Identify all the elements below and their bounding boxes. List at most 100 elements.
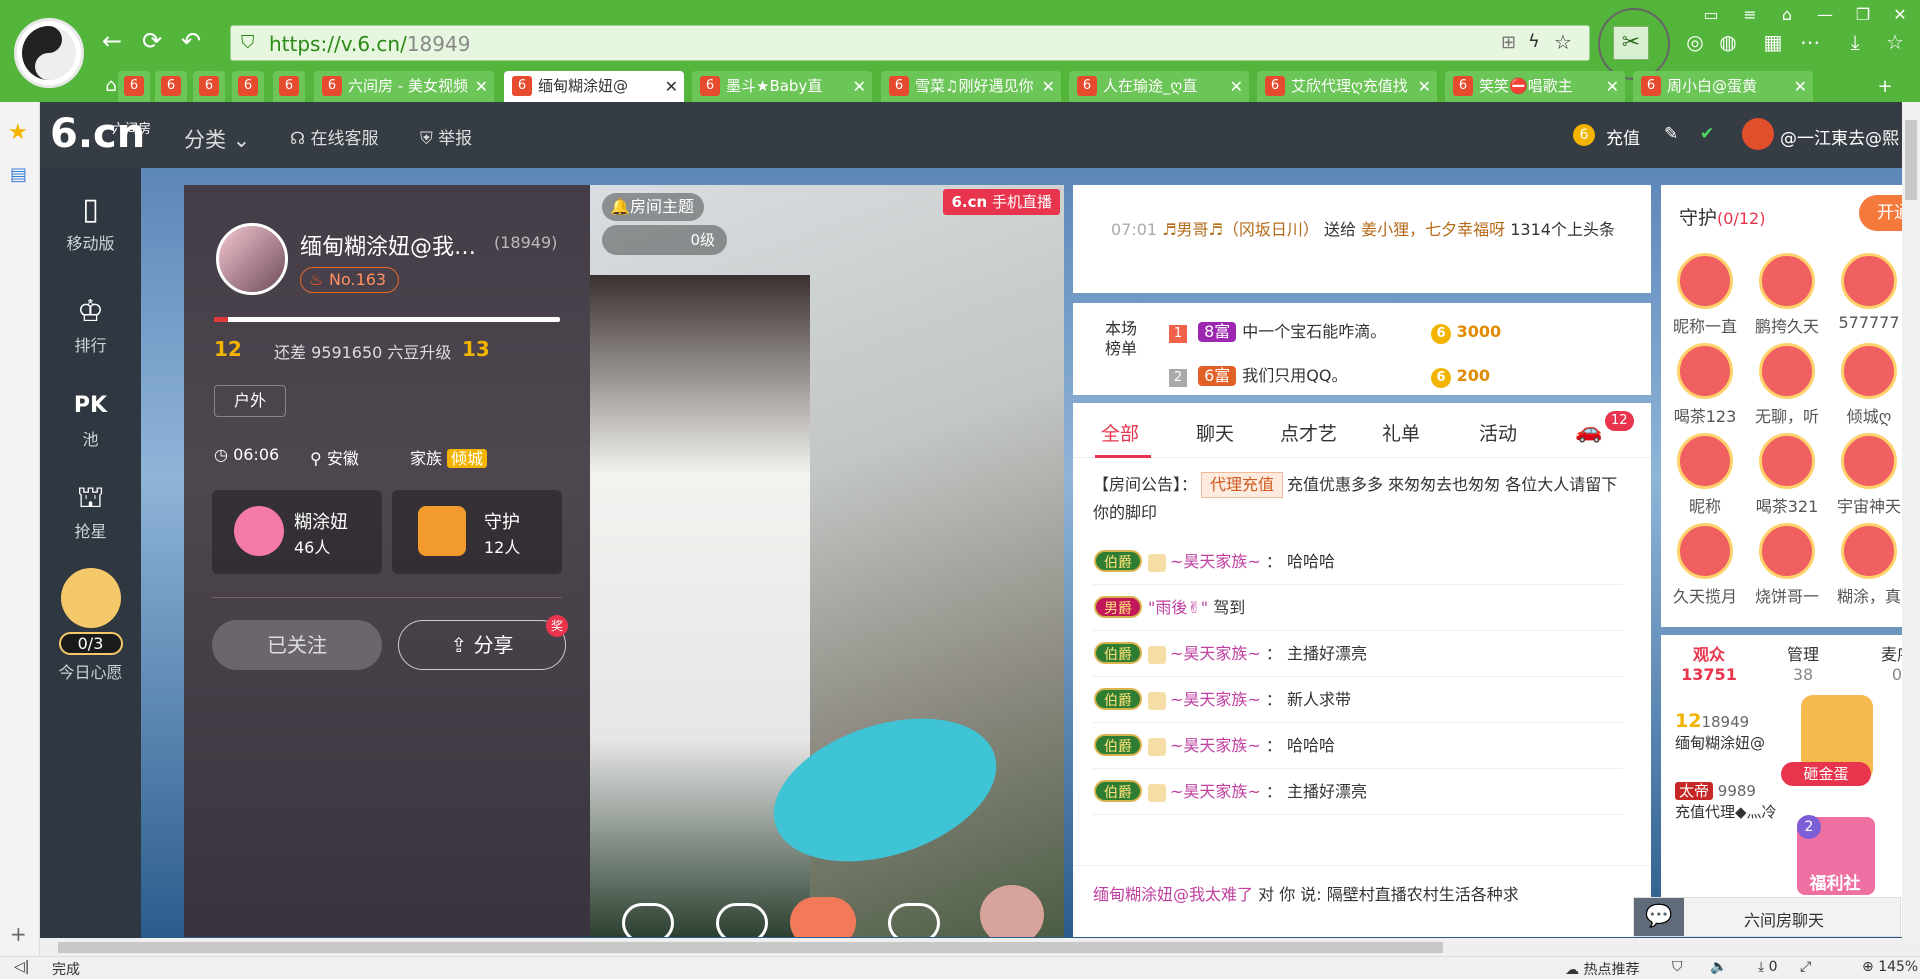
browser-tab[interactable]: 6 雪菜♫刚好遇见你 ✕: [881, 71, 1061, 102]
browser-tab[interactable]: 6 墨斗★Baby直 ✕: [692, 71, 872, 102]
qr-icon[interactable]: ⊞: [1501, 32, 1516, 53]
guard-card[interactable]: 守护 12人: [392, 490, 562, 574]
scissors-icon[interactable]: ✂: [1613, 26, 1649, 60]
guard-member[interactable]: 577777: [1829, 253, 1909, 332]
crowned-user-avatar[interactable]: [980, 885, 1044, 937]
chat-message[interactable]: 伯爵 ~昊天家族~ ： 哈哈哈: [1094, 732, 1335, 756]
browser-tab[interactable]: 6: [232, 71, 264, 102]
skin-icon[interactable]: ⌂: [1772, 0, 1802, 30]
tab-giftlist[interactable]: 礼单: [1382, 419, 1420, 446]
tab-close-icon[interactable]: ✕: [665, 71, 678, 102]
category-tag[interactable]: 户外: [214, 385, 286, 417]
close-window-icon[interactable]: ✕: [1885, 0, 1915, 30]
chat-message[interactable]: 伯爵 ~昊天家族~ ： 新人求带: [1094, 686, 1351, 710]
chat-user[interactable]: ~昊天家族~: [1170, 552, 1261, 571]
star-icon[interactable]: ☆: [1554, 30, 1572, 54]
chat-ext-icon[interactable]: ◍: [1713, 27, 1743, 57]
browser-logo[interactable]: [14, 18, 84, 88]
restore-icon[interactable]: ❐: [1848, 0, 1878, 30]
download-status[interactable]: ⤓ 0: [1758, 959, 1778, 975]
browser-tab[interactable]: 6: [155, 71, 187, 102]
rank-row[interactable]: 2 6富 我们只用QQ。 6 200: [1169, 359, 1639, 395]
hot-recommend[interactable]: ☁ 热点推荐: [1565, 959, 1639, 979]
browser-tab[interactable]: 6 周小白@蛋黄 ✕: [1633, 71, 1813, 102]
browser-tab[interactable]: 6 人在瑜途_ღ直 ✕: [1069, 71, 1249, 102]
tab-all[interactable]: 全部: [1101, 419, 1139, 446]
guard-member[interactable]: 鹏挎久天: [1747, 253, 1827, 337]
tab-talent[interactable]: 点才艺: [1280, 419, 1337, 446]
nav-report[interactable]: ⛨ 举报: [420, 124, 472, 149]
room-topic-button[interactable]: 🔔 房间主题: [602, 193, 705, 221]
menu-icon[interactable]: ≡: [1735, 0, 1765, 30]
chat-message[interactable]: 伯爵 ~昊天家族~ ： 哈哈哈: [1094, 548, 1335, 572]
nav-category[interactable]: 分类 ⌄: [184, 124, 250, 154]
seat-icon[interactable]: [622, 903, 674, 937]
chat-message[interactable]: 男爵 "雨後✌" 驾到: [1094, 594, 1245, 618]
fans-card[interactable]: 糊涂妞 46人: [212, 490, 382, 574]
sidebar-item-pk[interactable]: PK 池: [40, 386, 141, 450]
tab-close-icon[interactable]: ✕: [1606, 71, 1619, 102]
vertical-scrollbar[interactable]: [1902, 102, 1920, 938]
guard-member[interactable]: 喝茶321: [1747, 433, 1827, 517]
sidebar-item-wish[interactable]: 0/3 今日心愿: [40, 568, 141, 683]
guard-member[interactable]: 烧饼哥一: [1747, 523, 1827, 607]
live-video[interactable]: 🔔 房间主题 0级 6.cn 手机直播: [590, 185, 1064, 937]
minimize-icon[interactable]: —: [1810, 0, 1840, 30]
guard-member[interactable]: 糊涂，真: [1829, 523, 1909, 607]
guard-member[interactable]: 无聊，听: [1747, 343, 1827, 427]
tab-chat[interactable]: 聊天: [1196, 419, 1234, 446]
room-chat-bar[interactable]: 💬 六间房聊天: [1633, 897, 1901, 937]
chat-user[interactable]: ~昊天家族~: [1170, 690, 1261, 709]
tab-close-icon[interactable]: ✕: [853, 71, 866, 102]
guard-member[interactable]: 宇宙神天: [1829, 433, 1909, 517]
guard-member[interactable]: 久天揽月: [1665, 523, 1745, 607]
audience-tab[interactable]: 观众 13751: [1679, 645, 1739, 685]
chat-user[interactable]: ~昊天家族~: [1170, 736, 1261, 755]
new-tab-icon[interactable]: +: [1870, 72, 1900, 102]
vertical-scroll-thumb[interactable]: [1905, 120, 1917, 200]
favorites-star-icon[interactable]: ★: [8, 120, 28, 145]
more-icon[interactable]: ⋯: [1795, 27, 1825, 57]
guard-member[interactable]: 昵称: [1665, 433, 1745, 517]
user-name[interactable]: @一江東去@熙: [1780, 124, 1899, 149]
share-button[interactable]: ⇪ 分享: [398, 620, 566, 670]
bookmark-icon[interactable]: ☆: [1880, 27, 1910, 57]
recharge-link[interactable]: 充值: [1606, 124, 1640, 149]
refresh-icon[interactable]: ⟳: [137, 26, 167, 56]
audience-row[interactable]: 太帝 9989 充值代理◆灬冷: [1675, 780, 1777, 822]
browser-tab[interactable]: 6: [273, 71, 305, 102]
tab-close-icon[interactable]: ✕: [1418, 71, 1431, 102]
chat-user[interactable]: ~昊天家族~: [1170, 644, 1261, 663]
calculator-icon[interactable]: ▦: [1758, 27, 1788, 57]
family[interactable]: 家族 倾城: [410, 445, 488, 469]
browser-tab[interactable]: 6: [193, 71, 225, 102]
user-avatar[interactable]: [1742, 118, 1774, 150]
nav-service[interactable]: ☊ 在线客服: [290, 124, 379, 149]
status-back-icon[interactable]: ◁|: [14, 959, 29, 975]
chat-user[interactable]: ~昊天家族~: [1170, 782, 1261, 801]
undo-icon[interactable]: ↶: [176, 26, 206, 56]
tab-activity[interactable]: 活动: [1479, 419, 1517, 446]
golden-egg-label[interactable]: 砸金蛋: [1781, 762, 1871, 786]
guard-member[interactable]: 倾城ღ: [1829, 343, 1909, 427]
horizontal-scrollbar[interactable]: [40, 938, 1920, 956]
sidebar-item-star[interactable]: ⛫ 抢星: [40, 478, 141, 542]
seat-icon[interactable]: [888, 903, 940, 937]
car-icon[interactable]: 🚗: [1575, 419, 1602, 444]
sidebar-item-rank[interactable]: ♔ 排行: [40, 292, 141, 356]
followed-button[interactable]: 已关注: [212, 620, 382, 670]
edit-icon[interactable]: ✎: [1664, 124, 1678, 144]
sound-icon[interactable]: 🔈: [1710, 959, 1727, 975]
guard-member[interactable]: 昵称一直: [1665, 253, 1745, 337]
tab-close-icon[interactable]: ✕: [475, 71, 488, 102]
zoom-level[interactable]: ⊕ 145%: [1862, 959, 1918, 975]
check-icon[interactable]: ✔: [1700, 124, 1714, 144]
anchor-avatar[interactable]: [216, 223, 288, 295]
window-mode-icon[interactable]: ▭: [1696, 0, 1726, 30]
seat-icon[interactable]: [716, 903, 768, 937]
shield-status-icon[interactable]: ⛉: [1672, 959, 1683, 975]
browser-tab[interactable]: 6 六间房 - 美女视频 ✕: [314, 71, 494, 102]
tab-close-icon[interactable]: ✕: [1230, 71, 1243, 102]
agent-recharge-button[interactable]: 代理充值: [1201, 472, 1284, 498]
browser-tab[interactable]: 6: [118, 71, 150, 102]
